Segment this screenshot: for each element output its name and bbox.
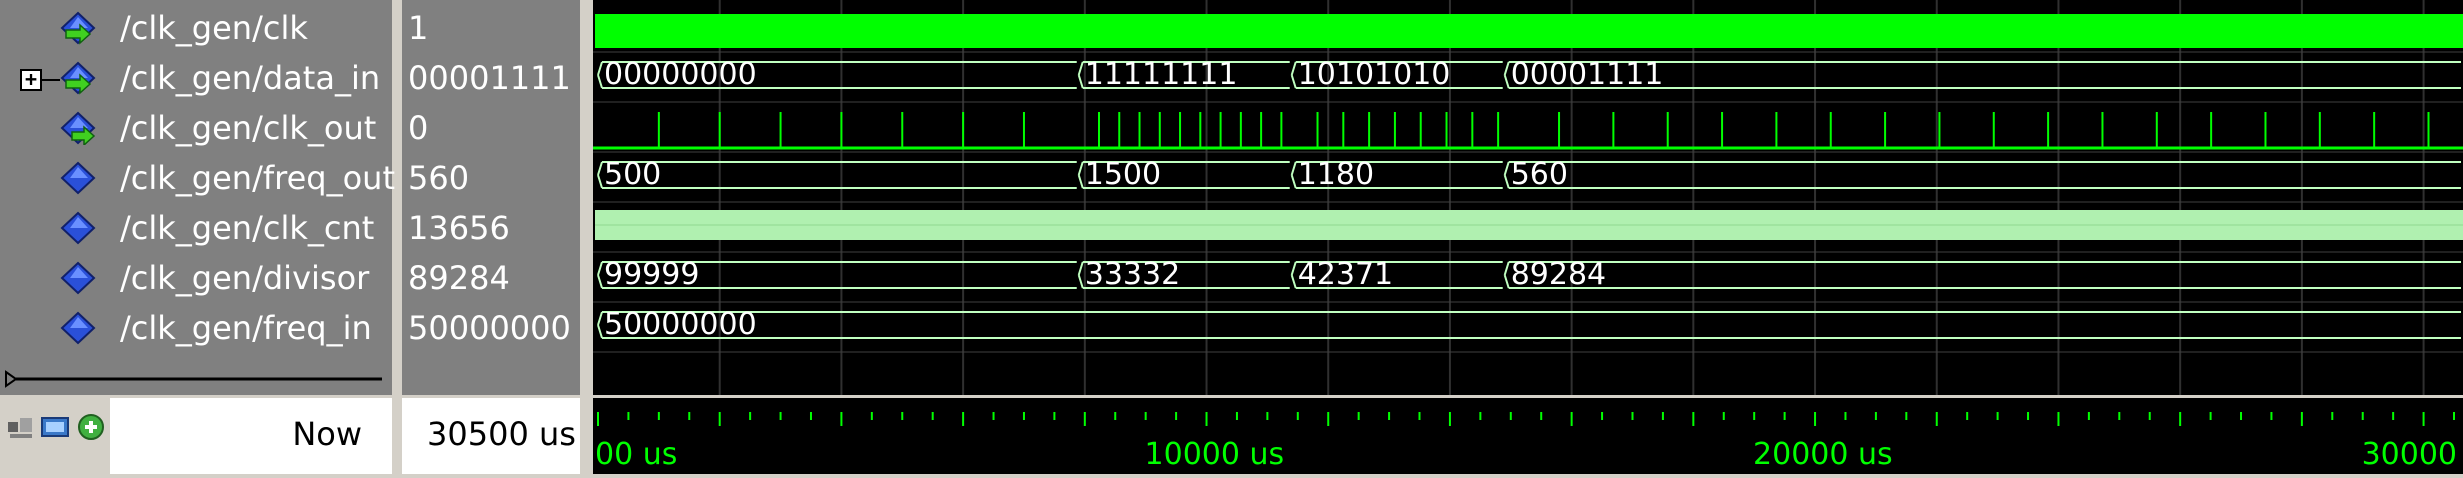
value-row[interactable]: 50000000 [402, 302, 580, 353]
signal-icon [58, 311, 98, 345]
signal-row[interactable]: /clk_gen/divisor [0, 252, 392, 303]
signal-row[interactable]: /clk_gen/clk [0, 2, 392, 53]
now-label: Now [292, 415, 362, 453]
ruler-label: 00 us [595, 437, 677, 472]
signal-name: /clk_gen/clk [120, 9, 308, 47]
signal-value: 0 [408, 109, 429, 147]
signal-value-panel: 1 00001111 0 560 13656 89284 50000000 [402, 0, 580, 395]
waveform-panel[interactable]: 00000000 11111111 10101010 00001111 500 1500 1… [593, 0, 2463, 395]
clk-waveform [595, 14, 2463, 48]
signal-row[interactable]: /clk_gen/clk_cnt [0, 202, 392, 253]
zoom-tool-icon[interactable] [6, 412, 36, 442]
signal-value: 1 [408, 9, 429, 47]
signal-value: 13656 [408, 209, 510, 247]
signal-name: /clk_gen/data_in [120, 59, 381, 97]
signal-value: 89284 [408, 259, 510, 297]
input-port-icon [58, 61, 98, 95]
cursor-row[interactable] [0, 352, 392, 395]
signal-icon [58, 211, 98, 245]
signal-name: /clk_gen/clk_cnt [120, 209, 375, 247]
signal-value: 00001111 [408, 59, 571, 97]
waveform-canvas: 00000000 11111111 10101010 00001111 500 1500 1… [593, 0, 2463, 395]
bus-value-label: 500 [604, 157, 661, 192]
bus-value-label: 33332 [1085, 257, 1180, 292]
output-port-icon [58, 111, 98, 147]
signal-name: /clk_gen/clk_out [120, 109, 377, 147]
bus-value-label: 11111111 [1085, 57, 1238, 92]
now-label-box: Now [110, 398, 392, 474]
signal-icon [58, 261, 98, 295]
value-row[interactable]: 0 [402, 102, 580, 153]
bus-value-label: 560 [1511, 157, 1568, 192]
bus-value-label: 50000000 [604, 307, 757, 342]
bus-value-label: 1180 [1298, 157, 1374, 192]
bus-segment [1503, 261, 2461, 289]
signal-row[interactable]: /clk_gen/freq_out [0, 152, 395, 203]
bus-value-label: 00001111 [1511, 57, 1664, 92]
signal-name-panel: /clk_gen/clk + /clk_gen/data_in/clk_gen/cl… [0, 0, 395, 395]
now-value-box: 30500 us [402, 398, 580, 474]
value-row[interactable]: 13656 [402, 202, 580, 253]
signal-name: /clk_gen/freq_out [120, 159, 395, 197]
now-value: 30500 us [427, 415, 576, 453]
expand-icon[interactable]: + [20, 69, 42, 91]
signal-name: /clk_gen/divisor [120, 259, 370, 297]
signal-value: 50000000 [408, 309, 571, 347]
value-row[interactable]: 1 [402, 2, 580, 53]
bus-value-label: 10101010 [1298, 57, 1451, 92]
signal-row[interactable]: + /clk_gen/data_in [0, 52, 392, 103]
signal-icon [58, 161, 98, 195]
bus-value-label: 42371 [1298, 257, 1393, 292]
time-ruler[interactable]: 00 us 10000 us 20000 us 30000 [593, 398, 2463, 474]
value-row[interactable]: 00001111 [402, 52, 580, 103]
signal-value: 560 [408, 159, 470, 197]
ruler-label: 20000 us [1753, 437, 1893, 472]
bus-value-label: 89284 [1511, 257, 1606, 292]
bus-segment [597, 161, 1077, 189]
bus-value-label: 99999 [604, 257, 699, 292]
bus-segment [597, 311, 2461, 339]
bus-segment [1503, 161, 2461, 189]
time-ruler-canvas: 00 us 10000 us 20000 us 30000 [595, 412, 2457, 472]
signal-name: /clk_gen/freq_in [120, 309, 372, 347]
signal-row[interactable]: /clk_gen/freq_in [0, 302, 392, 353]
value-row[interactable]: 560 [402, 152, 580, 203]
add-cursor-icon[interactable] [76, 412, 106, 442]
input-port-icon [58, 11, 98, 45]
value-row[interactable]: 89284 [402, 252, 580, 303]
cursor-marker-icon [5, 370, 382, 388]
bus-value-label: 00000000 [604, 57, 757, 92]
ruler-label: 10000 us [1145, 437, 1285, 472]
bus-value-label: 1500 [1085, 157, 1161, 192]
signal-row[interactable]: /clk_gen/clk_out [0, 102, 392, 153]
screen-tool-icon[interactable] [40, 412, 70, 442]
ruler-label: 30000 [2362, 437, 2457, 472]
